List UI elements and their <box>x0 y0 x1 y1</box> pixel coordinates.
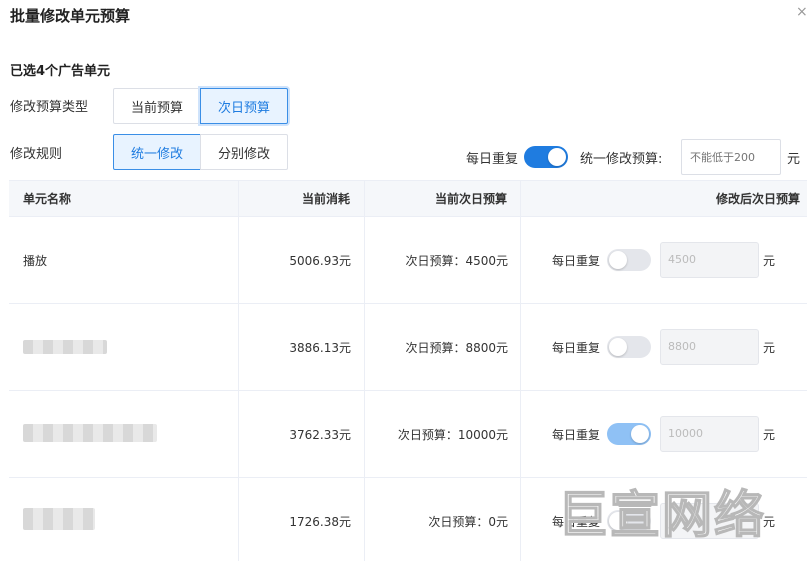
row-unit: 元 <box>763 341 776 355</box>
unified-edit-option[interactable]: 统一修改 <box>113 134 201 170</box>
row-budget-input[interactable]: 10000 <box>660 416 759 452</box>
unit-name: 播放 <box>23 254 48 268</box>
toggle-knob <box>548 148 566 166</box>
toggle-knob <box>631 425 649 443</box>
watermark: 巨宣网络 <box>557 485 766 545</box>
current-cost: 3886.13元 <box>289 341 351 355</box>
unified-budget-unit: 元 <box>787 152 801 167</box>
budget-type-label: 修改预算类型 <box>10 100 89 115</box>
row-daily-toggle[interactable] <box>607 336 651 358</box>
row-unit: 元 <box>763 254 776 268</box>
current-next-budget: 次日预算：4500元 <box>405 254 508 268</box>
daily-repeat-label: 每日重复 <box>466 152 519 167</box>
row-daily-label: 每日重复 <box>552 254 601 268</box>
current-cost: 5006.93元 <box>289 254 351 268</box>
row-daily-toggle[interactable] <box>607 249 651 271</box>
selected-count: 已选4个广告单元 <box>10 64 111 79</box>
next-day-budget-option[interactable]: 次日预算 <box>200 88 288 124</box>
unified-budget-label: 统一修改预算: <box>580 152 663 167</box>
row-unit: 元 <box>763 428 776 442</box>
row-daily-label: 每日重复 <box>552 341 601 355</box>
row-daily-toggle[interactable] <box>607 423 651 445</box>
unit-name-redacted <box>23 424 157 442</box>
current-next-budget: 次日预算：10000元 <box>397 428 508 442</box>
row-budget-input[interactable]: 4500 <box>660 242 759 278</box>
rule-label: 修改规则 <box>10 147 63 162</box>
toggle-knob <box>609 338 627 356</box>
table-header: 单元名称 当前消耗 当前次日预算 修改后次日预算 <box>9 181 807 217</box>
dialog-title: 批量修改单元预算 <box>10 7 131 25</box>
current-cost: 3762.33元 <box>289 428 351 442</box>
table-row: 3886.13元 次日预算：8800元 每日重复 8800 元 <box>9 304 807 391</box>
row-daily-label: 每日重复 <box>552 428 601 442</box>
daily-repeat-toggle[interactable] <box>524 146 568 168</box>
header-modified-next-budget: 修改后次日预算 <box>715 192 800 206</box>
current-next-budget: 次日预算：0元 <box>428 515 508 529</box>
toggle-knob <box>609 251 627 269</box>
header-current-cost: 当前消耗 <box>301 192 350 206</box>
table-row: 3762.33元 次日预算：10000元 每日重复 10000 元 <box>9 391 807 478</box>
header-current-next-budget: 当前次日预算 <box>434 192 507 206</box>
unit-name-redacted <box>23 508 95 530</box>
unified-budget-input[interactable] <box>681 139 781 175</box>
unit-name-redacted <box>23 340 107 354</box>
table-row: 播放 5006.93元 次日预算：4500元 每日重复 4500 元 <box>9 217 807 304</box>
current-budget-option[interactable]: 当前预算 <box>113 88 201 124</box>
close-icon[interactable]: × <box>796 4 807 20</box>
current-cost: 1726.38元 <box>289 515 351 529</box>
separate-edit-option[interactable]: 分别修改 <box>200 134 288 170</box>
current-next-budget: 次日预算：8800元 <box>405 341 508 355</box>
row-budget-input[interactable]: 8800 <box>660 329 759 365</box>
header-unit-name: 单元名称 <box>23 192 72 206</box>
